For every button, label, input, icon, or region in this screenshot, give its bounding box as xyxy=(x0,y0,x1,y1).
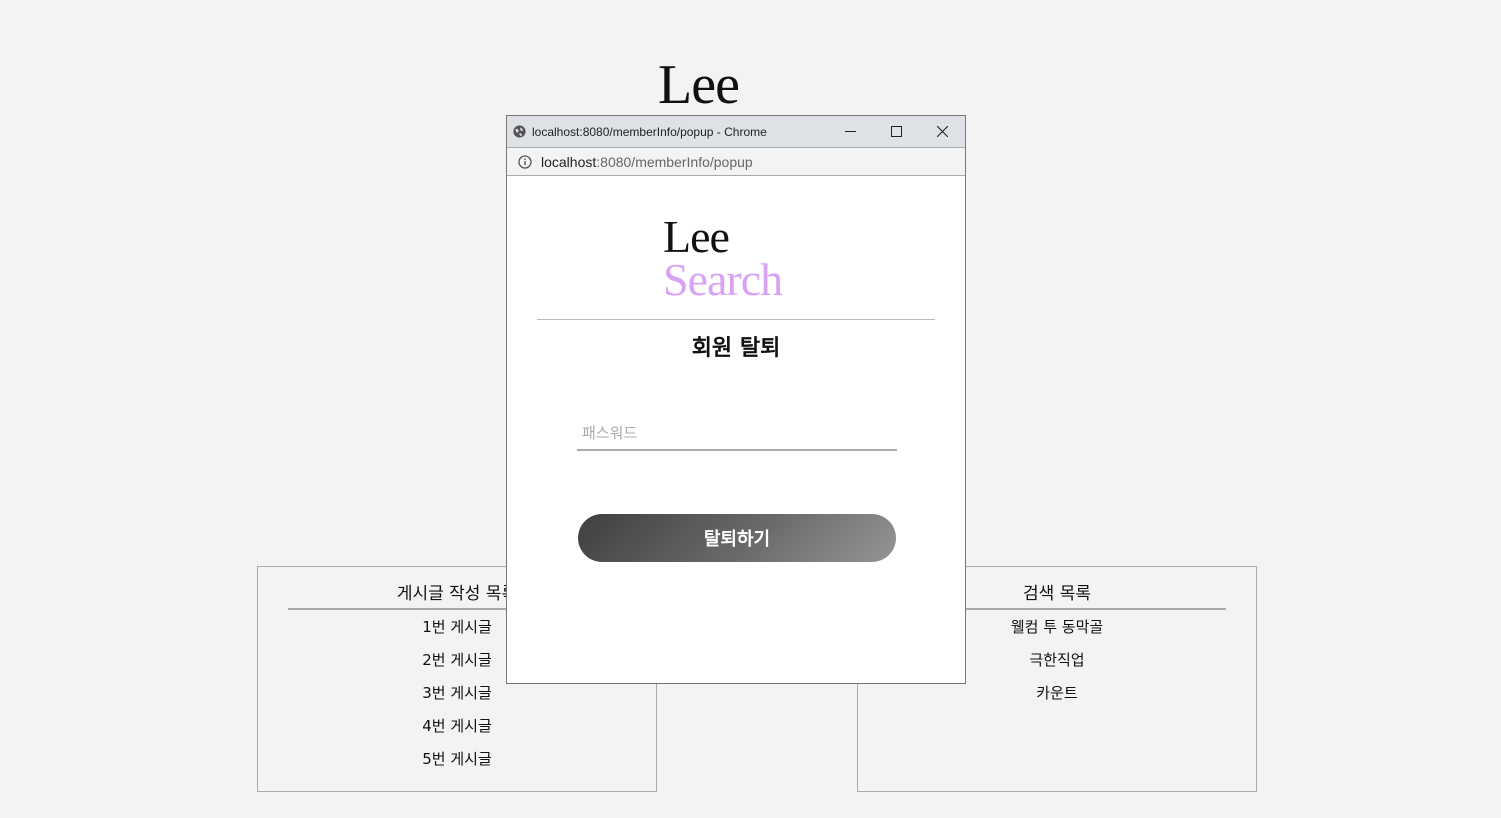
site-logo[interactable]: Lee xyxy=(658,55,740,115)
close-icon xyxy=(936,126,948,137)
post-item[interactable]: 5번 게시글 xyxy=(258,748,656,781)
address-path: :8080/memberInfo/popup xyxy=(596,153,753,170)
minimize-icon xyxy=(844,131,856,132)
password-input[interactable] xyxy=(577,416,897,451)
minimize-button[interactable] xyxy=(827,116,873,147)
popup-heading: 회원 탈퇴 xyxy=(691,336,781,361)
maximize-icon xyxy=(890,126,902,137)
post-item[interactable]: 4번 게시글 xyxy=(258,715,656,748)
address-bar[interactable]: localhost:8080/memberInfo/popup xyxy=(507,147,965,176)
popup-window-title: localhost:8080/memberInfo/popup - Chrome xyxy=(532,124,767,139)
address-host: localhost xyxy=(541,153,597,170)
globe-icon xyxy=(513,125,526,138)
maximize-button[interactable] xyxy=(873,116,919,147)
popup-window: localhost:8080/memberInfo/popup - Chrome… xyxy=(506,115,966,684)
post-item[interactable]: 3번 게시글 xyxy=(258,682,656,715)
popup-logo: Lee Search xyxy=(663,211,783,305)
popup-logo-line1: Lee xyxy=(663,211,730,262)
popup-divider xyxy=(537,319,935,320)
search-item[interactable]: 카운트 xyxy=(858,682,1256,715)
popup-logo-line2: Search xyxy=(663,254,783,305)
close-button[interactable] xyxy=(919,116,965,147)
popup-titlebar[interactable]: localhost:8080/memberInfo/popup - Chrome xyxy=(507,116,965,147)
withdraw-button[interactable]: 탈퇴하기 xyxy=(578,514,896,562)
info-icon[interactable] xyxy=(518,154,532,169)
